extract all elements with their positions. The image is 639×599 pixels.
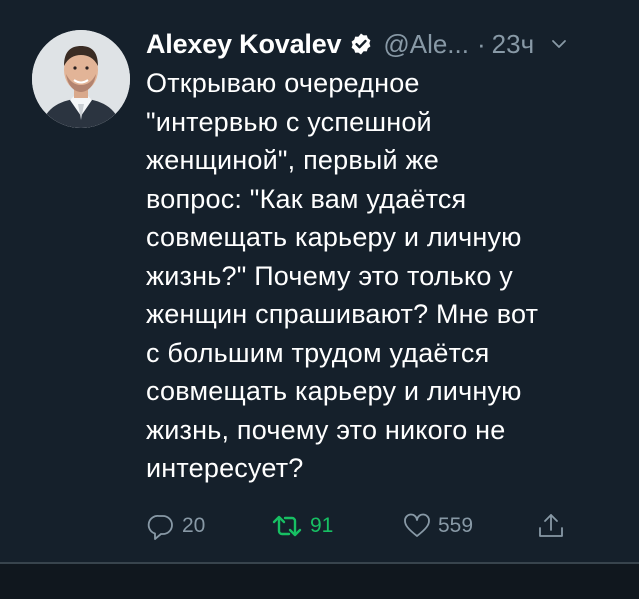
author-handle[interactable]: @Ale... <box>383 29 469 60</box>
tweet-timestamp[interactable]: 23ч <box>492 29 534 60</box>
tweet-actions: 20 91 559 <box>146 506 586 546</box>
retweet-button[interactable]: 91 <box>270 506 333 546</box>
tweet-card[interactable]: Alexey Kovalev @Ale... · 23ч Открываю оч… <box>0 0 639 562</box>
separator-dot: · <box>476 28 486 59</box>
heart-icon <box>402 511 432 541</box>
share-icon <box>536 511 566 541</box>
share-button[interactable] <box>536 506 566 546</box>
like-button[interactable]: 559 <box>402 506 473 546</box>
author-name[interactable]: Alexey Kovalev <box>146 29 342 60</box>
reply-count: 20 <box>182 514 206 537</box>
retweet-count: 91 <box>310 514 334 537</box>
tweet-header: Alexey Kovalev @Ale... · 23ч <box>146 26 568 62</box>
next-tweet-area <box>0 564 639 599</box>
reply-icon <box>146 511 176 541</box>
chevron-down-icon[interactable] <box>550 35 568 53</box>
avatar[interactable] <box>32 30 130 128</box>
verified-badge-icon <box>349 32 373 56</box>
tweet-text: Открываю очередное "интервью с успешной … <box>146 68 539 483</box>
like-count: 559 <box>438 514 474 537</box>
reply-button[interactable]: 20 <box>146 506 205 546</box>
retweet-icon <box>270 511 304 541</box>
